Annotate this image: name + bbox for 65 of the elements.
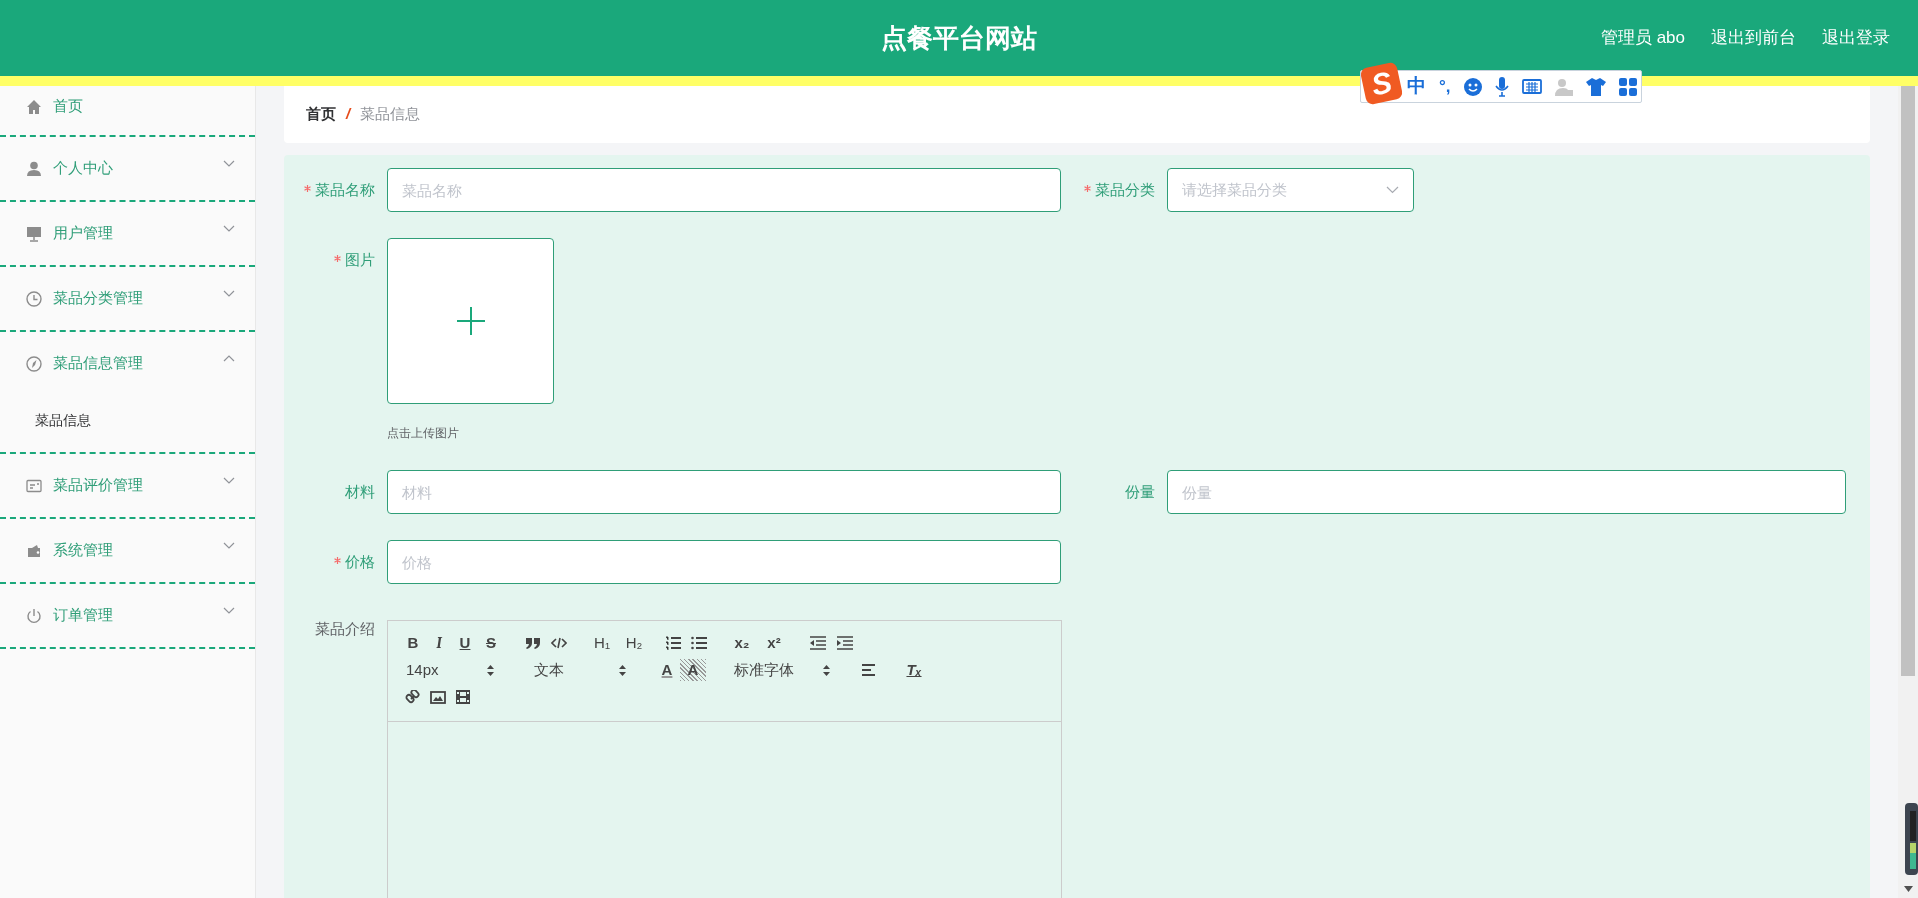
- font-select[interactable]: 标准字体: [728, 658, 836, 682]
- field-label: 图片: [345, 249, 375, 270]
- apps-icon[interactable]: [1618, 77, 1637, 96]
- toolbar-button[interactable]: I: [426, 631, 452, 655]
- field-label: 菜品介绍: [315, 619, 375, 639]
- sort-icon: [619, 664, 626, 676]
- film-icon[interactable]: [456, 690, 470, 704]
- emoji-icon[interactable]: [1463, 77, 1482, 96]
- microphone-icon[interactable]: [1494, 76, 1509, 97]
- link-icon[interactable]: [405, 689, 420, 705]
- home-icon: [26, 98, 42, 115]
- field-label: 菜品分类: [1095, 179, 1155, 200]
- scrollbar-thumb[interactable]: [1901, 86, 1915, 676]
- indent-icon[interactable]: [836, 636, 853, 650]
- font-select[interactable]: 14px: [400, 658, 500, 682]
- shirt-icon[interactable]: [1585, 77, 1606, 96]
- breadcrumb-item[interactable]: 首页: [306, 103, 336, 126]
- align-left-icon[interactable]: [861, 663, 876, 677]
- punctuation-toggle[interactable]: °,: [1439, 73, 1451, 100]
- image-upload[interactable]: [387, 238, 554, 404]
- numbered-list-icon[interactable]: [665, 636, 681, 650]
- wallet-icon: [26, 542, 42, 559]
- sort-icon: [487, 664, 494, 676]
- compass-icon: [26, 355, 42, 372]
- upload-hint: 点击上传图片: [387, 425, 460, 442]
- toolbar-button[interactable]: A: [654, 658, 680, 682]
- toolbar-button[interactable]: B: [400, 631, 426, 655]
- field-label: 价格: [345, 551, 375, 572]
- text-input[interactable]: 份量: [1167, 470, 1846, 514]
- clock-icon: [26, 290, 42, 307]
- level-meter-drawing: [1905, 803, 1918, 875]
- power-icon: [26, 607, 42, 624]
- toolbar-button[interactable]: x²: [758, 631, 790, 655]
- toolbar-button[interactable]: Tₓ: [901, 658, 927, 682]
- plus-icon: [456, 307, 485, 335]
- field-label: 材料: [345, 481, 375, 502]
- bullet-list-icon[interactable]: [691, 636, 707, 650]
- monitor-icon: [26, 225, 42, 242]
- text-input[interactable]: 菜品名称: [387, 168, 1061, 212]
- chevron-down-icon: [1386, 186, 1399, 194]
- text-input[interactable]: 材料: [387, 470, 1061, 514]
- field-label: 份量: [1125, 481, 1155, 502]
- toolbar-button[interactable]: A: [680, 658, 706, 682]
- card-icon: [26, 477, 42, 494]
- sort-icon: [823, 664, 830, 676]
- outdent-icon[interactable]: [809, 636, 826, 650]
- keyboard-icon[interactable]: [1521, 79, 1542, 94]
- sidebar-subitem[interactable]: 菜品信息: [0, 395, 255, 452]
- field-label: 菜品名称: [315, 179, 375, 200]
- toolbar-button[interactable]: H₂: [618, 631, 650, 655]
- quote-icon[interactable]: [525, 637, 541, 649]
- code-icon[interactable]: [551, 637, 567, 649]
- text-input[interactable]: 价格: [387, 540, 1061, 584]
- toolbar-button[interactable]: S: [478, 631, 504, 655]
- toolbar-button[interactable]: x₂: [726, 631, 758, 655]
- ime-mode-toggle[interactable]: 中: [1407, 72, 1426, 101]
- toolbar-button[interactable]: U: [452, 631, 478, 655]
- font-select[interactable]: 文本: [528, 658, 632, 682]
- breadcrumb-separator: /: [346, 104, 351, 125]
- scroll-down-icon[interactable]: [1904, 886, 1913, 892]
- breadcrumb-item: 菜品信息: [360, 104, 421, 125]
- image-icon[interactable]: [430, 690, 446, 704]
- toolbar-button[interactable]: H₁: [586, 631, 618, 655]
- user-icon: [26, 160, 42, 177]
- site-title: 点餐平台网站: [881, 21, 1037, 55]
